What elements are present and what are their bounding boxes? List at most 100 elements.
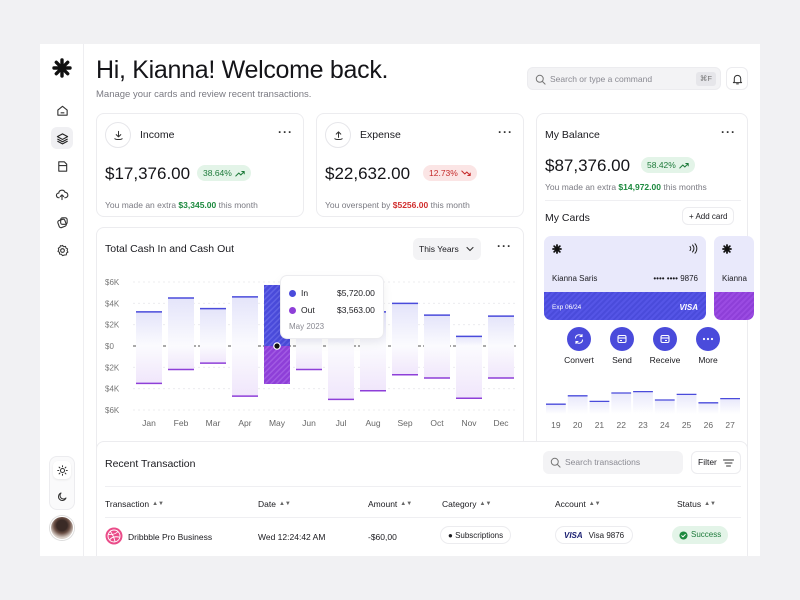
transactions-search-input[interactable]: Search transactions (543, 451, 683, 474)
more-icon (696, 327, 720, 351)
sidebar-item-documents[interactable] (51, 155, 73, 177)
column-date[interactable]: Date ▲▼ (258, 499, 291, 509)
secondary-card[interactable]: Kianna (714, 236, 754, 320)
x-tick-label: Aug (365, 418, 380, 428)
card-logo-icon (552, 244, 562, 254)
bar-in-Jan (136, 311, 162, 346)
column-transaction[interactable]: Transaction ▲▼ (105, 499, 164, 509)
sort-icon: ▲▼ (152, 501, 164, 507)
cashflow-more-button[interactable]: ··· (497, 239, 512, 253)
column-category[interactable]: Category ▲▼ (442, 499, 491, 509)
command-search-input[interactable]: Search or type a command ⌘F (527, 67, 721, 90)
expense-note: You overspent by $5256.00 this month (325, 200, 470, 210)
balance-label: My Balance (545, 129, 600, 141)
secondary-card-strip (714, 292, 754, 320)
bar-in-Mar (200, 308, 226, 346)
sidebar-item-cards[interactable] (51, 211, 73, 233)
expense-icon-badge (325, 122, 351, 148)
income-more-button[interactable]: ··· (278, 125, 293, 139)
status-badge: Success (672, 526, 729, 544)
primary-visa-card[interactable]: Kianna Saris •••• •••• 9876 Exp 06/24 VI… (544, 236, 706, 320)
account-chip: VISA Visa 9876 (555, 526, 634, 544)
sidebar-item-layers[interactable] (51, 127, 73, 149)
bar-in-Sep (392, 303, 418, 346)
income-amount: $17,376.00 (105, 164, 191, 183)
dribbble-icon (105, 527, 123, 545)
y-tick-label: $4K (105, 299, 120, 308)
check-circle-icon (679, 530, 688, 540)
document-icon (57, 160, 67, 172)
expense-more-button[interactable]: ··· (498, 125, 513, 139)
filter-button[interactable]: Filter (691, 451, 741, 474)
trend-down-icon (461, 170, 471, 176)
convert-button[interactable]: Convert (557, 327, 601, 365)
transactions-title: Recent Transaction (105, 458, 196, 470)
column-status[interactable]: Status ▲▼ (677, 499, 716, 509)
highlight-point (273, 342, 281, 350)
day-label: 20 (573, 420, 583, 430)
mini-bar-27 (720, 398, 740, 414)
y-tick-label: $0 (105, 342, 114, 351)
notifications-button[interactable] (726, 67, 748, 90)
mini-bar-26 (698, 402, 719, 414)
balance-more-button[interactable]: ··· (721, 125, 736, 139)
column-amount[interactable]: Amount ▲▼ (368, 499, 412, 509)
bar-in-Apr (232, 296, 258, 346)
bar-out-Apr (232, 346, 258, 397)
tooltip-out-value: $3,563.00 (337, 305, 375, 315)
sidebar-item-home[interactable] (51, 99, 73, 121)
column-account[interactable]: Account ▲▼ (555, 499, 601, 509)
expense-note-value: $5256.00 (392, 200, 429, 210)
expense-label: Expense (360, 129, 401, 141)
balance-change-badge: 58.42% (641, 157, 695, 173)
visa-logo: VISA (679, 303, 698, 312)
expense-change-value: 12.73% (429, 168, 458, 178)
sidebar-item-upload[interactable] (51, 183, 73, 205)
sidebar-item-settings[interactable] (51, 239, 73, 261)
y-tick-label: $2K (105, 321, 120, 330)
add-card-button[interactable]: + Add card (682, 207, 735, 225)
card-number: •••• •••• 9876 (653, 274, 698, 283)
search-shortcut-badge: ⌘F (695, 72, 716, 86)
tooltip-date: May 2023 (289, 322, 325, 331)
bar-out-Oct (424, 346, 450, 378)
more-actions-button[interactable]: More (686, 327, 730, 365)
bar-out-Feb (168, 346, 194, 370)
period-dropdown[interactable]: This Years (413, 238, 481, 260)
search-icon (535, 74, 546, 85)
chart-tooltip: In $5,720.00 Out $3,563.00 May 2023 (280, 275, 384, 339)
trend-up-icon (679, 162, 689, 168)
dashboard-window: Hi, Kianna! Welcome back. Manage your ca… (40, 44, 760, 556)
light-mode-button[interactable] (53, 461, 71, 479)
income-note-value: $3,345.00 (178, 200, 217, 210)
upload-icon (333, 130, 343, 140)
dark-mode-button[interactable] (53, 487, 71, 505)
income-label: Income (140, 129, 175, 141)
send-button[interactable]: Send (600, 327, 644, 365)
moon-icon (57, 492, 66, 501)
card-logo-icon (722, 244, 732, 254)
download-icon (113, 130, 123, 140)
receive-button[interactable]: Receive (643, 327, 687, 365)
y-tick-label: $6K (105, 278, 120, 287)
bar-in-Nov (456, 336, 482, 346)
cards-icon (56, 216, 68, 228)
x-tick-label: May (269, 418, 286, 428)
user-avatar[interactable] (50, 516, 74, 540)
my-cards-title: My Cards (545, 212, 590, 224)
income-icon-badge (105, 122, 131, 148)
sort-icon: ▲▼ (278, 501, 291, 507)
convert-icon (567, 327, 591, 351)
x-tick-label: Sep (397, 418, 412, 428)
x-tick-label: Feb (174, 418, 189, 428)
card-expiry: Exp 06/24 (552, 304, 582, 311)
in-legend-dot (289, 289, 296, 297)
send-icon (610, 327, 634, 351)
layers-icon (56, 132, 68, 144)
transaction-date: Wed 12:24:42 AM (258, 532, 326, 542)
sidebar (40, 44, 84, 556)
cashflow-title: Total Cash In and Cash Out (105, 243, 234, 255)
bar-out-May (264, 346, 290, 385)
brand-logo-icon (52, 58, 72, 78)
secondary-card-holder: Kianna (722, 274, 747, 283)
